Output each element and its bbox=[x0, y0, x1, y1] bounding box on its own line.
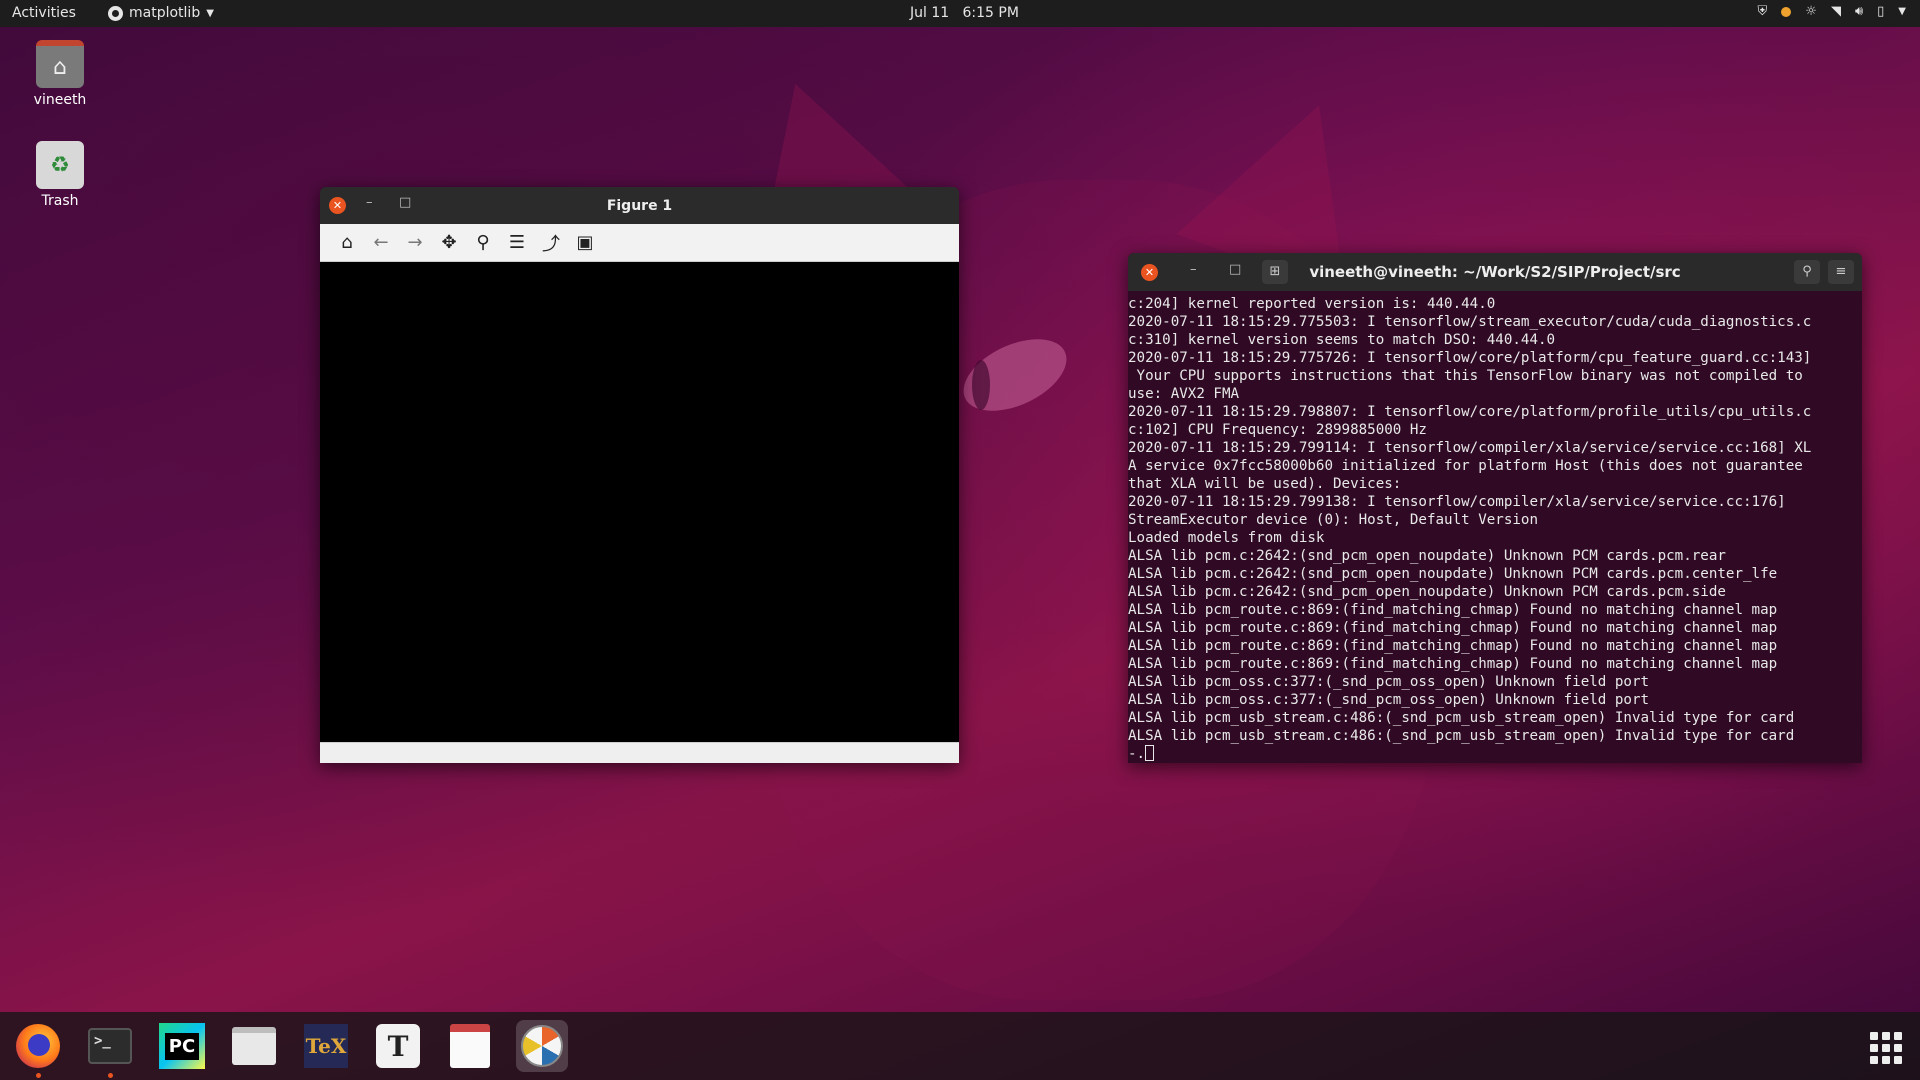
minimize-icon[interactable]: – bbox=[366, 195, 373, 210]
close-icon[interactable]: ✕ bbox=[329, 197, 346, 214]
maximize-icon[interactable]: □ bbox=[399, 195, 411, 210]
terminal-line: c:204] kernel reported version is: 440.4… bbox=[1128, 296, 1496, 312]
notification-dot-icon[interactable] bbox=[1781, 6, 1792, 17]
dock: >_ PC TeX T bbox=[0, 1012, 1920, 1080]
app-menu[interactable]: matplotlib ▼ bbox=[108, 5, 214, 21]
back-arrow-icon[interactable]: ← bbox=[368, 230, 394, 256]
brightness-icon[interactable]: ☼ bbox=[1805, 4, 1817, 19]
matplotlib-icon bbox=[521, 1025, 563, 1067]
terminal-line: A service 0x7fcc58000b60 initialized for… bbox=[1128, 458, 1803, 474]
terminal-line: ALSA lib pcm_usb_stream.c:486:(_snd_pcm_… bbox=[1128, 710, 1795, 726]
pycharm-icon-label: PC bbox=[164, 1032, 200, 1060]
terminal-line: ALSA lib pcm_oss.c:377:(_snd_pcm_oss_ope… bbox=[1128, 692, 1650, 708]
terminal-line: StreamExecutor device (0): Host, Default… bbox=[1128, 512, 1538, 528]
forward-arrow-icon[interactable]: → bbox=[402, 230, 428, 256]
top-bar: Activities matplotlib ▼ Jul 11 6:15 PM ⛨… bbox=[0, 0, 1920, 27]
search-icon[interactable]: ⚲ bbox=[1794, 260, 1820, 284]
figure-canvas[interactable] bbox=[320, 262, 959, 742]
app-menu-icon bbox=[108, 5, 123, 21]
dock-item-document-viewer[interactable] bbox=[444, 1020, 496, 1072]
dock-item-firefox[interactable] bbox=[12, 1020, 64, 1078]
terminal-line: c:102] CPU Frequency: 2899885000 Hz bbox=[1128, 422, 1427, 438]
dock-item-matplotlib[interactable] bbox=[516, 1020, 568, 1072]
terminal-prompt-text: -. bbox=[1128, 746, 1146, 762]
terminal-cursor bbox=[1145, 745, 1155, 761]
terminal-line: ALSA lib pcm.c:2642:(snd_pcm_open_noupda… bbox=[1128, 566, 1778, 582]
pan-icon[interactable]: ✥ bbox=[436, 230, 462, 256]
close-icon[interactable]: ✕ bbox=[1141, 264, 1158, 281]
hamburger-menu-icon[interactable]: ≡ bbox=[1828, 260, 1854, 284]
desktop-icon-home[interactable]: ⌂ vineeth bbox=[15, 40, 105, 108]
configure-subplots-icon[interactable]: ☰ bbox=[504, 230, 530, 256]
terminal-line: 2020-07-11 18:15:29.775726: I tensorflow… bbox=[1128, 350, 1812, 366]
terminal-line: ALSA lib pcm_route.c:869:(find_matching_… bbox=[1128, 602, 1778, 618]
figure-toolbar: ⌂ ← → ✥ ⚲ ☰ ⤴ ▣ bbox=[320, 224, 959, 262]
window-title: Figure 1 bbox=[606, 197, 673, 214]
desktop-icon-label: vineeth bbox=[33, 92, 87, 108]
terminal-line: c:310] kernel version seems to match DSO… bbox=[1128, 332, 1556, 348]
home-folder-icon: ⌂ bbox=[36, 40, 84, 88]
terminal-line: 2020-07-11 18:15:29.775503: I tensorflow… bbox=[1128, 314, 1812, 330]
system-menu-chevron-icon[interactable]: ▼ bbox=[1898, 6, 1906, 17]
new-tab-icon[interactable]: ⊞ bbox=[1262, 260, 1288, 284]
minimize-icon[interactable]: – bbox=[1190, 262, 1197, 277]
dock-item-terminal[interactable]: >_ bbox=[84, 1020, 136, 1078]
terminal-line: ALSA lib pcm.c:2642:(snd_pcm_open_noupda… bbox=[1128, 584, 1726, 600]
terminal-line: use: AVX2 FMA bbox=[1128, 386, 1240, 402]
figure-titlebar[interactable]: ✕ – □ Figure 1 bbox=[320, 187, 959, 224]
tex-icon: TeX bbox=[304, 1024, 348, 1068]
running-indicator bbox=[36, 1073, 41, 1078]
terminal-line: 2020-07-11 18:15:29.799138: I tensorflow… bbox=[1128, 494, 1786, 510]
terminal-icon: >_ bbox=[88, 1028, 132, 1064]
clock[interactable]: Jul 11 6:15 PM bbox=[910, 5, 1019, 21]
dock-item-files[interactable] bbox=[228, 1020, 280, 1072]
terminal-line: Loaded models from disk bbox=[1128, 530, 1325, 546]
battery-icon[interactable]: ▯ bbox=[1877, 4, 1884, 19]
show-applications-icon[interactable] bbox=[1870, 1032, 1902, 1064]
activities-button[interactable]: Activities bbox=[12, 5, 76, 21]
edit-axes-icon[interactable]: ⤴ bbox=[538, 230, 564, 256]
terminal-titlebar[interactable]: ✕ – □ ⊞ vineeth@vineeth: ~/Work/S2/SIP/P… bbox=[1128, 253, 1862, 291]
terminal-line: ALSA lib pcm_usb_stream.c:486:(_snd_pcm_… bbox=[1128, 728, 1795, 744]
desktop-icon-label: Trash bbox=[41, 193, 79, 209]
terminal-line: 2020-07-11 18:15:29.799114: I tensorflow… bbox=[1128, 440, 1812, 456]
dock-item-texstudio[interactable]: TeX bbox=[300, 1020, 352, 1072]
wifi-icon[interactable]: ◥ bbox=[1831, 4, 1841, 19]
figure-window[interactable]: ✕ – □ Figure 1 ⌂ ← → ✥ ⚲ ☰ ⤴ ▣ bbox=[320, 187, 959, 763]
dock-item-pycharm[interactable]: PC bbox=[156, 1020, 208, 1072]
window-title: vineeth@vineeth: ~/Work/S2/SIP/Project/s… bbox=[1309, 263, 1681, 281]
terminal-line: ALSA lib pcm_oss.c:377:(_snd_pcm_oss_ope… bbox=[1128, 674, 1650, 690]
terminal-prompt[interactable]: -. bbox=[1128, 745, 1856, 763]
firefox-icon bbox=[16, 1024, 60, 1068]
home-icon[interactable]: ⌂ bbox=[334, 230, 360, 256]
terminal-line: 2020-07-11 18:15:29.798807: I tensorflow… bbox=[1128, 404, 1812, 420]
terminal-line: ALSA lib pcm_route.c:869:(find_matching_… bbox=[1128, 656, 1778, 672]
terminal-window[interactable]: ✕ – □ ⊞ vineeth@vineeth: ~/Work/S2/SIP/P… bbox=[1128, 253, 1862, 763]
wallpaper-cat-eye bbox=[952, 324, 1078, 426]
terminal-line: that XLA will be used). Devices: bbox=[1128, 476, 1402, 492]
terminal-line: ALSA lib pcm_route.c:869:(find_matching_… bbox=[1128, 638, 1778, 654]
document-viewer-icon bbox=[450, 1024, 490, 1068]
terminal-line: ALSA lib pcm.c:2642:(snd_pcm_open_noupda… bbox=[1128, 548, 1726, 564]
figure-status-bar bbox=[320, 742, 959, 763]
maximize-icon[interactable]: □ bbox=[1229, 262, 1241, 277]
wallpaper-cat-pupil bbox=[972, 360, 990, 410]
pycharm-icon: PC bbox=[159, 1023, 205, 1069]
zoom-icon[interactable]: ⚲ bbox=[470, 230, 496, 256]
dock-item-typora[interactable]: T bbox=[372, 1020, 424, 1072]
terminal-output[interactable]: c:204] kernel reported version is: 440.4… bbox=[1128, 291, 1862, 763]
volume-icon[interactable]: 🔊︎ bbox=[1855, 4, 1863, 19]
terminal-line: ALSA lib pcm_route.c:869:(find_matching_… bbox=[1128, 620, 1778, 636]
shield-icon[interactable]: ⛨ bbox=[1758, 4, 1768, 19]
typora-icon: T bbox=[376, 1024, 420, 1068]
terminal-line: Your CPU supports instructions that this… bbox=[1128, 368, 1803, 384]
system-tray[interactable]: ⛨ ☼ ◥ 🔊︎ ▯ ▼ bbox=[1758, 4, 1906, 19]
trash-icon: ♻ bbox=[36, 141, 84, 189]
files-icon bbox=[232, 1027, 276, 1065]
app-menu-label: matplotlib bbox=[129, 5, 201, 21]
chevron-down-icon: ▼ bbox=[206, 7, 214, 19]
running-indicator bbox=[108, 1073, 113, 1078]
desktop-icon-trash[interactable]: ♻ Trash bbox=[15, 141, 105, 209]
save-icon[interactable]: ▣ bbox=[572, 230, 598, 256]
